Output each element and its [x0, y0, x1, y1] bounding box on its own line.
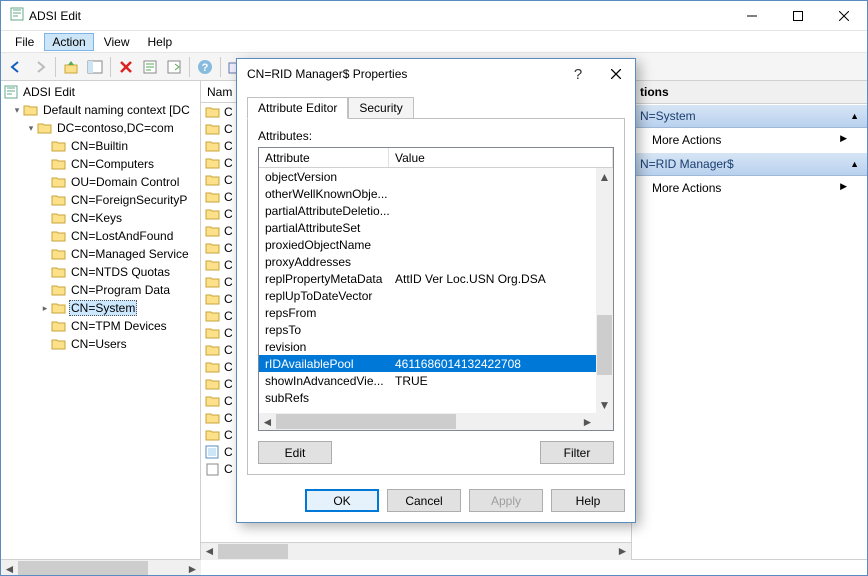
tab-attribute-editor[interactable]: Attribute Editor: [247, 97, 348, 119]
actions-more-1[interactable]: More Actions▶: [632, 128, 867, 152]
main-window: ADSI Edit File Action View Help ? AD: [0, 0, 868, 576]
menu-file[interactable]: File: [7, 33, 42, 51]
app-icon: [9, 6, 25, 25]
show-hide-tree-button[interactable]: [84, 56, 106, 78]
cancel-button[interactable]: Cancel: [387, 489, 461, 512]
edit-button[interactable]: Edit: [258, 441, 332, 464]
menu-help[interactable]: Help: [140, 33, 181, 51]
attr-scroll-left[interactable]: ◄: [259, 413, 276, 430]
tree-context[interactable]: ▾Default naming context [DC: [1, 101, 200, 119]
ok-button[interactable]: OK: [305, 489, 379, 512]
dialog-help-button[interactable]: ?: [559, 59, 597, 89]
tree-node[interactable]: CN=Builtin: [1, 137, 200, 155]
help-button[interactable]: ?: [194, 56, 216, 78]
menu-action[interactable]: Action: [44, 33, 93, 51]
up-button[interactable]: [60, 56, 82, 78]
attribute-row[interactable]: repsFrom: [259, 304, 613, 321]
export-list-button[interactable]: [163, 56, 185, 78]
horizontal-scrollbar[interactable]: ◄ ►: [201, 542, 631, 559]
tab-security[interactable]: Security: [348, 97, 413, 119]
tree-node[interactable]: CN=Program Data: [1, 281, 200, 299]
back-button[interactable]: [5, 56, 27, 78]
apply-button[interactable]: Apply: [469, 489, 543, 512]
tree-dc[interactable]: ▾DC=contoso,DC=com: [1, 119, 200, 137]
attribute-row[interactable]: repsTo: [259, 321, 613, 338]
attribute-row[interactable]: replUpToDateVector: [259, 287, 613, 304]
actions-section-rid-label: N=RID Manager$: [640, 157, 734, 171]
tree-node[interactable]: ▸CN=System: [1, 299, 200, 317]
attribute-row[interactable]: partialAttributeSet: [259, 219, 613, 236]
tree-node[interactable]: CN=Computers: [1, 155, 200, 173]
tree-root[interactable]: ADSI Edit: [1, 83, 200, 101]
dialog-titlebar: CN=RID Manager$ Properties ?: [237, 59, 635, 89]
dialog-close-button[interactable]: [597, 59, 635, 89]
attr-scroll-down[interactable]: ▼: [596, 396, 613, 413]
attr-scroll-up[interactable]: ▲: [596, 168, 613, 185]
tree-node[interactable]: CN=NTDS Quotas: [1, 263, 200, 281]
maximize-button[interactable]: [775, 1, 821, 30]
menubar: File Action View Help: [1, 31, 867, 53]
window-title: ADSI Edit: [29, 9, 81, 23]
attr-vertical-scrollbar[interactable]: ▲ ▼: [596, 168, 613, 413]
refresh-button[interactable]: [139, 56, 161, 78]
filter-button[interactable]: Filter: [540, 441, 614, 464]
close-button[interactable]: [821, 1, 867, 30]
actions-title: tions: [632, 81, 867, 104]
forward-button[interactable]: [29, 56, 51, 78]
svg-text:?: ?: [202, 62, 209, 74]
attribute-row[interactable]: rIDAvailablePool4611686014132422708: [259, 355, 613, 372]
attribute-row[interactable]: objectVersion: [259, 168, 613, 185]
tree-pane[interactable]: ADSI Edit▾Default naming context [DC▾DC=…: [1, 81, 201, 559]
col-value[interactable]: Value: [389, 148, 613, 167]
attribute-row[interactable]: proxyAddresses: [259, 253, 613, 270]
actions-section-system[interactable]: N=System ▲: [632, 104, 867, 128]
attribute-row[interactable]: otherWellKnownObje...: [259, 185, 613, 202]
attribute-row[interactable]: partialAttributeDeletio...: [259, 202, 613, 219]
attribute-row[interactable]: replPropertyMetaDataAttID Ver Loc.USN Or…: [259, 270, 613, 287]
collapse-icon: ▲: [850, 159, 859, 169]
tree-node[interactable]: CN=TPM Devices: [1, 317, 200, 335]
actions-section-rid[interactable]: N=RID Manager$ ▲: [632, 152, 867, 176]
attr-scroll-right[interactable]: ►: [579, 413, 596, 430]
menu-view[interactable]: View: [96, 33, 138, 51]
tree-node[interactable]: CN=Users: [1, 335, 200, 353]
actions-pane: tions N=System ▲ More Actions▶ N=RID Man…: [631, 81, 867, 559]
col-attribute[interactable]: Attribute: [259, 148, 389, 167]
attributes-listbox[interactable]: Attribute Value objectVersionotherWellKn…: [258, 147, 614, 431]
scroll-left-button[interactable]: ◄: [201, 543, 218, 560]
minimize-button[interactable]: [729, 1, 775, 30]
tree-node[interactable]: CN=Managed Service: [1, 245, 200, 263]
actions-section-system-label: N=System: [640, 109, 696, 123]
tree-node[interactable]: CN=Keys: [1, 209, 200, 227]
attributes-label: Attributes:: [258, 129, 614, 143]
attr-horizontal-scrollbar[interactable]: ◄ ►: [259, 413, 613, 430]
attribute-row[interactable]: revision: [259, 338, 613, 355]
help-button[interactable]: Help: [551, 489, 625, 512]
actions-more-2[interactable]: More Actions▶: [632, 176, 867, 200]
attribute-row[interactable]: proxiedObjectName: [259, 236, 613, 253]
titlebar: ADSI Edit: [1, 1, 867, 31]
collapse-icon: ▲: [850, 111, 859, 121]
tree-scroll-left[interactable]: ◄: [1, 560, 18, 576]
dialog-tabs: Attribute Editor Security: [247, 97, 625, 119]
delete-button[interactable]: [115, 56, 137, 78]
dialog-title: CN=RID Manager$ Properties: [247, 67, 559, 81]
tree-node[interactable]: CN=LostAndFound: [1, 227, 200, 245]
attribute-row[interactable]: subRefs: [259, 389, 613, 406]
tree-node[interactable]: CN=ForeignSecurityP: [1, 191, 200, 209]
properties-dialog: CN=RID Manager$ Properties ? Attribute E…: [236, 58, 636, 523]
attribute-row[interactable]: showInAdvancedVie...TRUE: [259, 372, 613, 389]
scroll-right-button[interactable]: ►: [614, 543, 631, 560]
tree-scroll-right[interactable]: ►: [184, 560, 201, 576]
tree-node[interactable]: OU=Domain Control: [1, 173, 200, 191]
